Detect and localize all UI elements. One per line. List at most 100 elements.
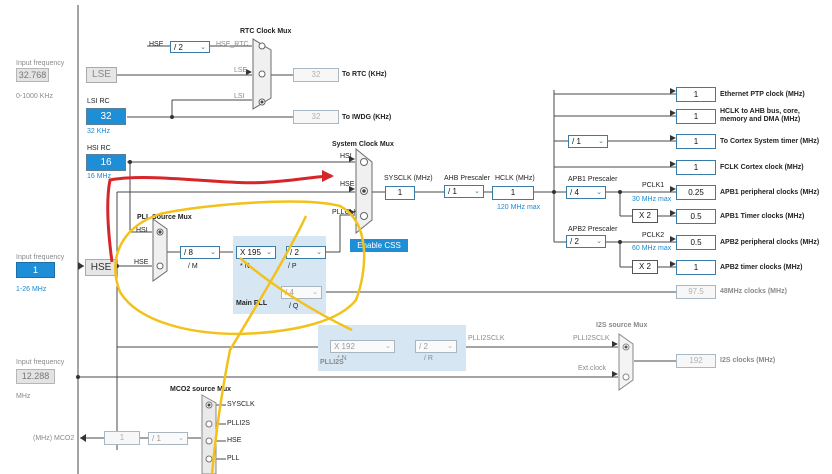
hsi-rc-oscillator: 16 (86, 154, 126, 171)
hse-input-frequency-field[interactable]: 1 (16, 262, 55, 278)
plli2s-r-divider-dropdown[interactable]: / 2 ⌄ (415, 340, 457, 353)
mco2-sysclk-label: SYSCLK (227, 401, 255, 408)
hse-range-label: 1-26 MHz (16, 286, 47, 293)
lse-range-label: 0-1000 KHz (16, 93, 53, 100)
clock-48mhz-label: 48MHz clocks (MHz) (720, 288, 787, 295)
pll-source-mux[interactable] (152, 218, 168, 282)
pclk1-max-label: 30 MHz max (632, 196, 672, 203)
apb2-prescaler-label: APB2 Prescaler (568, 226, 618, 233)
apb1-timer-label: APB1 Timer clocks (MHz) (720, 213, 805, 220)
pclk2-max-label: 60 MHz max (632, 245, 672, 252)
pclk2-label: PCLK2 (642, 232, 665, 239)
i2s-mux-pllclk-label: PLLI2SCLK (573, 335, 610, 342)
ethernet-ptp-clock-label: Ethernet PTP clock (MHz) (720, 91, 805, 98)
system-mux-hsi-label: HSI (340, 153, 352, 160)
rtc-lsi-label: LSI (234, 93, 245, 100)
sysclk-label: SYSCLK (MHz) (384, 175, 433, 182)
clock-configuration-canvas: Input frequency 32.768 0-1000 KHz LSE LS… (0, 0, 832, 474)
pclk1-label: PCLK1 (642, 182, 665, 189)
rtc-clock-mux-title: RTC Clock Mux (240, 28, 292, 35)
apb2-peripheral-label: APB2 peripheral clocks (MHz) (720, 239, 820, 246)
ahb-prescaler-dropdown[interactable]: / 1 ⌄ (444, 185, 484, 198)
plli2s-n-value: X 192 (334, 342, 355, 351)
ahb-prescaler-value: / 1 (448, 187, 457, 196)
lsi-rc-label: LSI RC (87, 98, 110, 105)
plli2s-out-label: PLLI2SCLK (468, 335, 505, 342)
pll-q-divider-dropdown[interactable]: / 4 ⌄ (281, 286, 322, 299)
apb2-prescaler-dropdown[interactable]: / 2 ⌄ (566, 235, 606, 248)
system-clock-mux[interactable] (355, 148, 373, 234)
apb2-timer-value[interactable]: 1 (676, 260, 716, 275)
pll-m-label: / M (188, 263, 198, 270)
mco2-pll-label: PLL (227, 455, 240, 462)
pll-q-label: / Q (289, 303, 299, 310)
chevron-down-icon: ⌄ (316, 249, 322, 256)
apb2-prescaler-value: / 2 (570, 237, 579, 246)
apb2-peripheral-value[interactable]: 0.5 (676, 235, 716, 250)
lsi-frequency-label: 32 KHz (87, 128, 110, 135)
apb1-peripheral-label: APB1 peripheral clocks (MHz) (720, 189, 820, 196)
hclk-label: HCLK (MHz) (495, 175, 535, 182)
apb1-timer-multiplier: X 2 (632, 209, 658, 223)
hclk-ahb-label: HCLK to AHB bus, core, memory and DMA (M… (720, 108, 801, 123)
rtc-lse-label: LSE (234, 67, 248, 74)
pll-m-value: / 8 (184, 248, 193, 257)
pll-p-value: / 2 (290, 248, 299, 257)
hse-oscillator[interactable]: HSE (85, 259, 117, 276)
apb1-prescaler-label: APB1 Prescaler (568, 176, 618, 183)
main-pll-label: Main PLL (236, 300, 268, 307)
mco2-divider-dropdown[interactable]: / 1 ⌄ (148, 432, 188, 445)
pll-p-divider-dropdown[interactable]: / 2 ⌄ (286, 246, 326, 259)
hclk-value[interactable]: 1 (492, 186, 534, 200)
plli2s-r-value: / 2 (419, 342, 428, 351)
chevron-down-icon: ⌄ (596, 189, 602, 196)
lse-input-frequency-field[interactable]: 32.768 (16, 68, 49, 82)
ahb-prescaler-label: AHB Prescaler (444, 175, 490, 182)
apb1-prescaler-value: / 4 (570, 188, 579, 197)
rtc-hse-divider-value: / 2 (174, 43, 183, 52)
rtc-frequency-label: To RTC (KHz) (342, 71, 387, 78)
pll-mux-hse-label: HSE (134, 259, 149, 266)
hclk-max-label: 120 MHz max (497, 204, 541, 211)
hsi-rc-label: HSI RC (87, 145, 111, 152)
cortex-timer-divider-value: / 1 (572, 137, 581, 146)
chevron-down-icon: ⌄ (447, 343, 453, 350)
chevron-down-icon: ⌄ (266, 249, 272, 256)
mco2-label: (MHz) MCO2 (33, 435, 75, 442)
lse-oscillator[interactable]: LSE (86, 67, 117, 83)
chevron-down-icon: ⌄ (474, 188, 480, 195)
ethernet-ptp-clock-value[interactable]: 1 (676, 87, 716, 102)
i2s-source-mux[interactable] (618, 333, 634, 391)
pll-n-value: X 195 (240, 248, 261, 257)
system-mux-hse-label: HSE (340, 181, 355, 188)
sysclk-value[interactable]: 1 (385, 186, 415, 200)
fclk-label: FCLK Cortex clock (MHz) (720, 164, 804, 171)
fclk-value[interactable]: 1 (676, 160, 716, 175)
apb1-timer-value[interactable]: 0.5 (676, 209, 716, 224)
rtc-clock-mux[interactable] (252, 38, 272, 110)
i2s-unit-label: MHz (16, 393, 31, 400)
apb1-prescaler-dropdown[interactable]: / 4 ⌄ (566, 186, 606, 199)
apb1-peripheral-value[interactable]: 0.25 (676, 185, 716, 200)
enable-css-button[interactable]: Enable CSS (350, 239, 408, 252)
i2s-input-frequency-field[interactable]: 12.288 (16, 369, 55, 384)
mco2-source-mux[interactable] (201, 394, 217, 474)
plli2s-title: PLLI2S (320, 359, 344, 366)
cortex-timer-divider-dropdown[interactable]: / 1 ⌄ (568, 135, 608, 148)
rtc-hse-label: HSE (149, 41, 164, 48)
apb2-timer-label: APB2 timer clocks (MHz) (720, 264, 803, 271)
hclk-ahb-value[interactable]: 1 (676, 109, 716, 124)
cortex-timer-value[interactable]: 1 (676, 134, 716, 149)
pll-mux-hsi-label: HSI (136, 227, 148, 234)
plli2s-n-multiplier-dropdown[interactable]: X 192 ⌄ (330, 340, 395, 353)
iwdg-frequency-output: 32 (293, 110, 339, 124)
pll-n-multiplier-dropdown[interactable]: X 195 ⌄ (236, 246, 276, 259)
rtc-hse-divider-dropdown[interactable]: / 2 ⌄ (170, 41, 210, 53)
rtc-hse-rtc-label: HSE_RTC (216, 41, 249, 48)
pll-m-divider-dropdown[interactable]: / 8 ⌄ (180, 246, 220, 259)
chevron-down-icon: ⌄ (385, 343, 391, 350)
i2s-source-mux-title: I2S source Mux (596, 322, 648, 329)
mco2-output-value: 1 (104, 431, 140, 445)
mco2-source-mux-title: MCO2 source Mux (170, 386, 232, 393)
clock-48mhz-output: 97.5 (676, 285, 716, 299)
